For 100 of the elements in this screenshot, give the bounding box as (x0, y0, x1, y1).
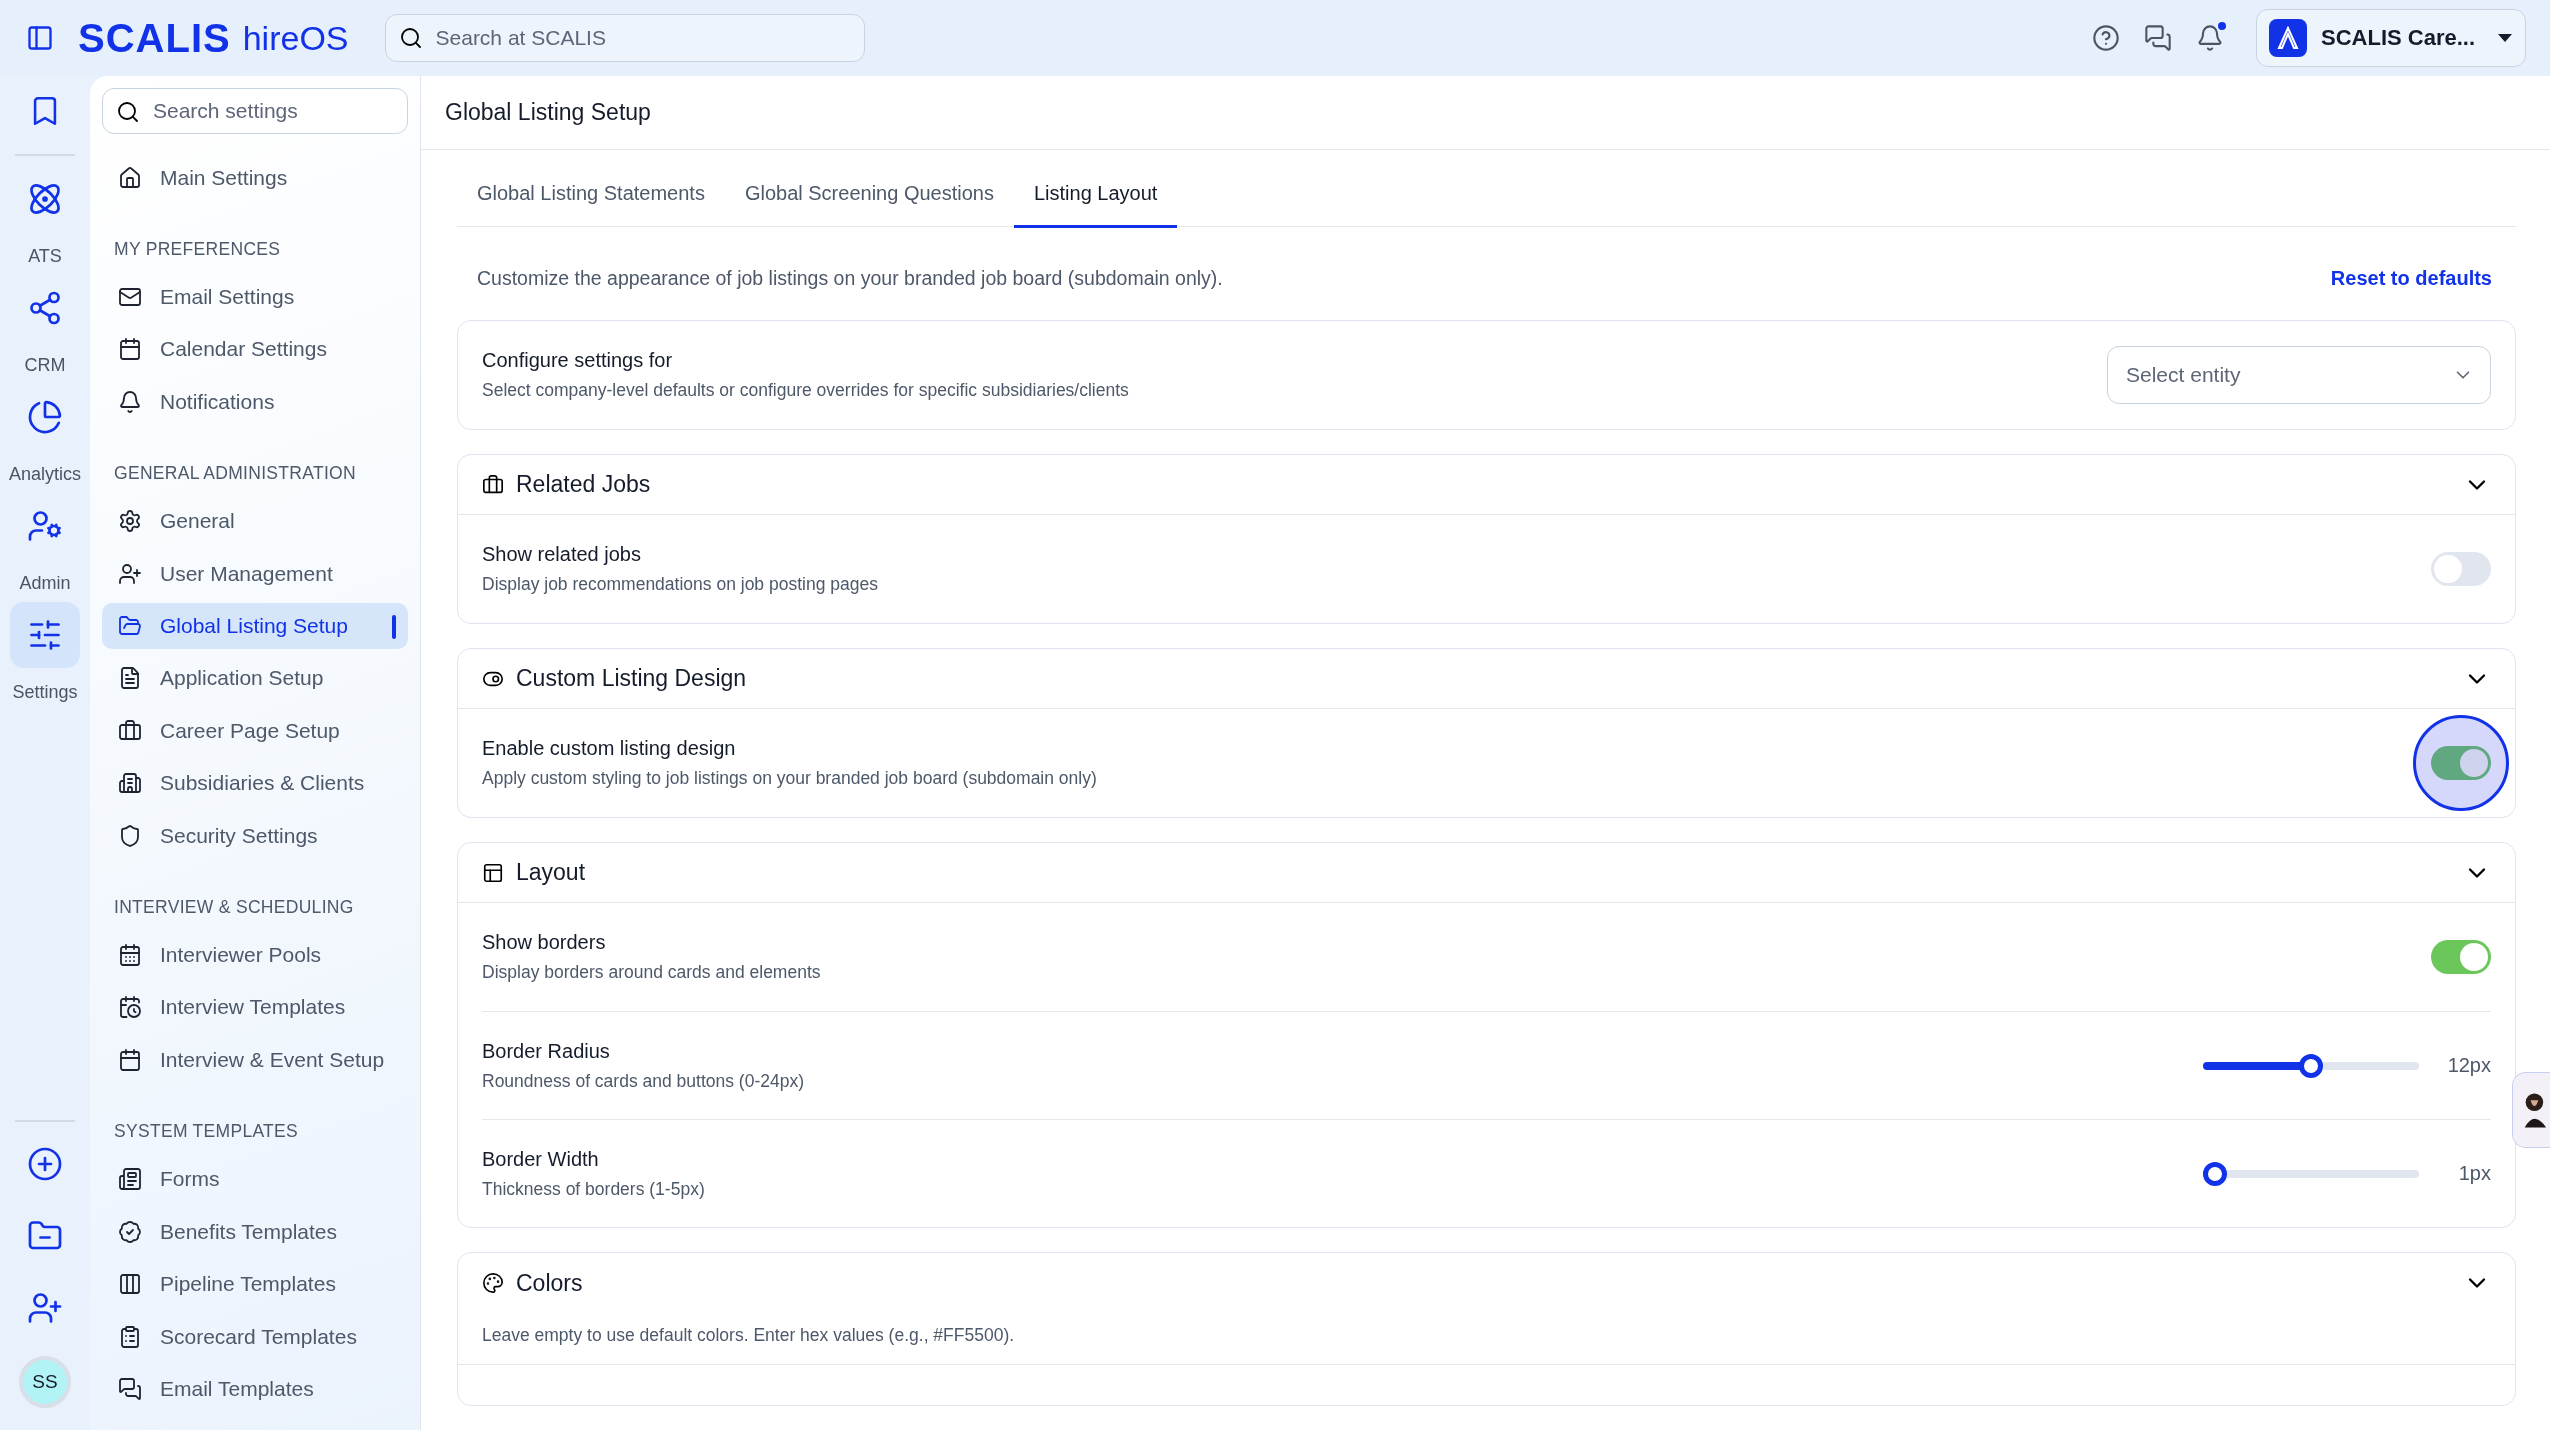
badge-check-icon (118, 1219, 142, 1244)
sidebar-item[interactable]: Main Settings (102, 154, 408, 201)
home-icon (118, 165, 142, 190)
shield-icon (118, 823, 142, 848)
layout-icon (482, 861, 504, 884)
intro-text: Customize the appearance of job listings on your branded job board (subdomain only). (477, 267, 1223, 290)
setting-description: Apply custom styling to job listings on your branded job board (subdomain only) (482, 768, 1098, 789)
search-icon (398, 26, 423, 50)
setting-title: Enable custom listing design (482, 737, 737, 760)
settings-search-field[interactable]: Search settings (102, 88, 408, 135)
toggle-switch[interactable] (2431, 940, 2491, 974)
user-gear-icon (27, 508, 63, 544)
section-title: Layout (516, 859, 587, 886)
tab[interactable]: Global Screening Questions (724, 149, 1014, 228)
slider[interactable] (2203, 1161, 2419, 1186)
logo: SCALIS (78, 15, 231, 61)
sidebar-item[interactable]: General (102, 498, 408, 545)
setting-title: Show borders (482, 931, 607, 954)
sidebar-item[interactable]: Security Settings (102, 812, 408, 859)
toggle-switch[interactable] (2431, 746, 2491, 780)
mail-icon (118, 285, 142, 309)
section-note: Leave empty to use default colors. Enter hex values (e.g., #FF5500). (458, 1313, 2515, 1365)
toggle-switch[interactable] (2431, 552, 2491, 586)
sidebar-item[interactable]: Global Listing Setup (102, 602, 408, 650)
building-icon (118, 771, 142, 796)
sidebar-item[interactable]: Email Settings (102, 273, 408, 321)
atom-icon (27, 181, 63, 217)
section-title: Custom Listing Design (516, 665, 748, 692)
document-icon (118, 666, 142, 691)
add-icon[interactable] (27, 1146, 63, 1182)
sidebar-item[interactable]: Interview Templates (102, 984, 408, 1031)
form-icon (118, 1167, 142, 1192)
slider-thumb[interactable] (2203, 1161, 2227, 1186)
active-indicator (392, 614, 396, 639)
slider[interactable] (2203, 1053, 2419, 1078)
notifications-icon[interactable] (2196, 24, 2224, 52)
settings-icon (118, 509, 142, 534)
columns-icon (118, 1272, 142, 1297)
section-heading: GENERAL ADMINISTRATION (113, 462, 357, 486)
user-add-icon[interactable] (27, 1290, 63, 1326)
rail-item[interactable]: Admin (2, 493, 88, 594)
rail-item[interactable]: CRM (2, 275, 88, 376)
sidebar-item[interactable]: Notifications (102, 378, 408, 426)
setting-description: Select company-level defaults or configure overrides for specific subsidiaries/clients (482, 380, 1130, 401)
search-icon (116, 100, 140, 124)
account-switcher[interactable]: SCALIS Care... (2256, 9, 2526, 67)
sidebar-item[interactable]: Scorecard Templates (102, 1313, 408, 1360)
palette-icon (482, 1272, 504, 1294)
setting-title: Border Width (482, 1147, 600, 1171)
sidebar-item[interactable]: Email Templates (102, 1365, 408, 1413)
help-icon[interactable] (2092, 24, 2120, 52)
setting-title: Show related jobs (482, 543, 642, 566)
briefcase-icon (482, 473, 504, 496)
sidebar-toggle-icon[interactable] (26, 24, 54, 52)
slider-value: 1px (2457, 1162, 2491, 1185)
slider-value: 12px (2447, 1054, 2491, 1077)
setting-title: Configure settings for (482, 349, 674, 372)
sliders-icon (27, 617, 63, 653)
setting-description: Thickness of borders (1-5px) (482, 1178, 706, 1200)
sidebar-item[interactable]: Pipeline Templates (102, 1260, 408, 1308)
slider-thumb[interactable] (2299, 1053, 2323, 1078)
tab[interactable]: Listing Layout (1013, 149, 1178, 228)
sidebar-item[interactable]: Forms (102, 1156, 408, 1203)
chat-icon (118, 1376, 142, 1401)
bell-icon (118, 389, 142, 414)
calendar-clock-icon (118, 995, 142, 1020)
sidebar-item[interactable]: Benefits Templates (102, 1208, 408, 1255)
sidebar-item[interactable]: Interview & Event Setup (102, 1036, 408, 1084)
sidebar-item[interactable]: Career Page Setup (102, 707, 408, 755)
setting-title: Border Radius (482, 1039, 611, 1063)
entity-select[interactable]: Select entity (2107, 346, 2491, 404)
briefcase-icon (118, 718, 142, 743)
setting-description: Roundness of cards and buttons (0-24px) (482, 1070, 805, 1092)
chat-icon[interactable] (2144, 24, 2172, 52)
rail-item[interactable]: Analytics (2, 384, 88, 485)
section-heading: INTERVIEW & SCHEDULING (113, 895, 355, 919)
section-heading: MY PREFERENCES (113, 237, 282, 261)
calendar-icon (118, 337, 142, 362)
sidebar-item[interactable]: User Management (102, 550, 408, 597)
user-avatar[interactable]: SS (19, 1356, 71, 1408)
company-logo-icon (2269, 19, 2307, 57)
sidebar-item[interactable]: Application Setup (102, 655, 408, 702)
product-name: hireOS (242, 18, 349, 58)
rail-item[interactable]: ATS (2, 166, 88, 267)
calendar-user-icon (118, 943, 142, 968)
sidebar-item[interactable]: Calendar Settings (102, 326, 408, 373)
sidebar-item[interactable]: Interviewer Pools (102, 931, 408, 979)
setting-description: Display job recommendations on job posting pages (482, 574, 879, 595)
reset-link[interactable]: Reset to defaults (2330, 267, 2492, 290)
setting-description: Display borders around cards and elements (482, 962, 822, 983)
user-plus-icon (118, 561, 142, 586)
search-field[interactable]: Search at SCALIS (384, 14, 865, 62)
pie-chart-icon (27, 399, 63, 435)
sidebar-item[interactable]: Subsidiaries & Clients (102, 760, 408, 807)
clipboard-icon (118, 1324, 142, 1349)
nodes-icon (27, 290, 63, 326)
section-heading: SYSTEM TEMPLATES (113, 1120, 300, 1144)
section-title: Related Jobs (516, 471, 652, 498)
tab[interactable]: Global Listing Statements (457, 149, 725, 228)
caret-icon (2497, 33, 2513, 43)
